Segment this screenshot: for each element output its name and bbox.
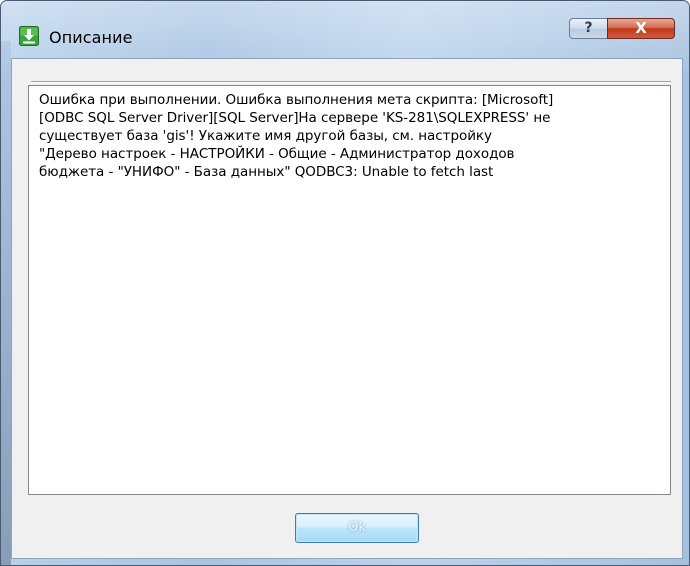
window-edge-shadow [1, 41, 11, 565]
question-icon: ? [584, 20, 593, 36]
error-message: Ошибка при выполнении. Ошибка выполнения… [39, 92, 554, 180]
message-text-area[interactable]: Ошибка при выполнении. Ошибка выполнения… [28, 85, 671, 495]
close-button[interactable]: X [607, 18, 675, 39]
close-icon: X [635, 19, 647, 37]
divider [31, 81, 671, 83]
ok-button[interactable]: Ok [295, 513, 419, 543]
title-bar[interactable]: Описание ? X [1, 1, 689, 57]
download-arrow-icon [19, 26, 39, 46]
help-button[interactable]: ? [569, 18, 608, 39]
ok-button-label: Ok [348, 520, 366, 535]
dialog-window: Описание ? X Ошибка при выполнении. Ошиб… [0, 0, 690, 566]
window-title: Описание [49, 28, 133, 47]
